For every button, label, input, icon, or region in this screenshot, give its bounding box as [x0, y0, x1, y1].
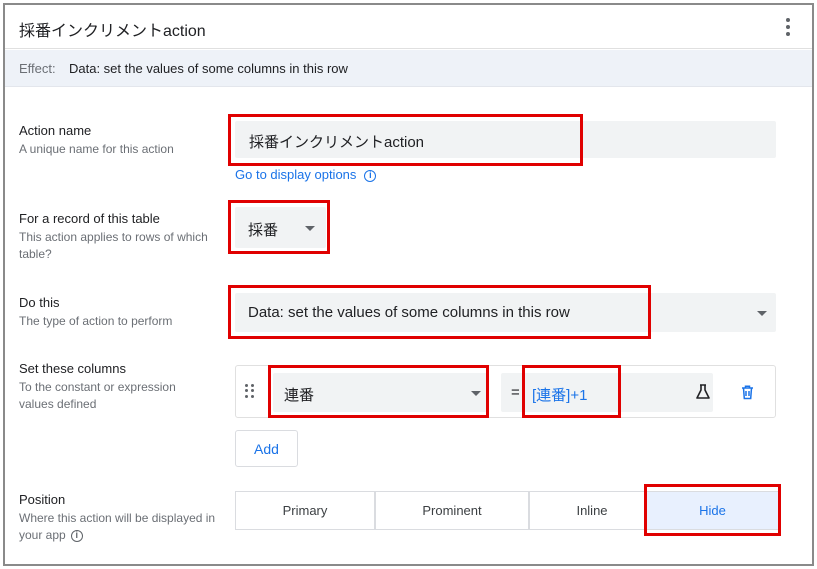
do-this-desc: The type of action to perform [19, 314, 173, 328]
display-options-label: Go to display options [235, 167, 357, 182]
set-columns-title: Set these columns [19, 361, 126, 376]
more-vert-icon[interactable] [778, 15, 798, 39]
highlight-box-expression [522, 365, 621, 418]
position-desc-text: Where this action will be displayed in y… [19, 511, 216, 542]
highlight-box-position [644, 484, 781, 536]
action-name-desc: A unique name for this action [19, 142, 174, 156]
panel-header: 採番インクリメントaction [5, 5, 812, 49]
table-title: For a record of this table [19, 211, 160, 226]
highlight-box-table [228, 200, 330, 254]
flask-icon[interactable] [696, 384, 710, 400]
highlight-box-action-name [228, 114, 583, 166]
display-options-link[interactable]: Go to display options i [235, 167, 377, 182]
table-desc: This action applies to rows of which tab… [19, 230, 208, 261]
add-column-button[interactable]: Add [235, 430, 298, 467]
highlight-box-column [268, 365, 489, 418]
set-columns-desc: To the constant or expression values def… [19, 380, 176, 411]
action-editor-panel: 採番インクリメントaction Effect: Data: set the va… [3, 3, 814, 566]
position-option-inline[interactable]: Inline [529, 491, 655, 530]
highlight-box-do-this [228, 285, 651, 339]
chevron-down-icon [757, 311, 767, 316]
drag-handle-icon[interactable] [245, 384, 255, 398]
effect-value: Data: set the values of some columns in … [69, 61, 348, 76]
action-name-title: Action name [19, 123, 92, 138]
action-title: 採番インクリメントaction [19, 23, 206, 40]
equals-sign: = [511, 384, 520, 401]
position-title: Position [19, 492, 66, 507]
info-icon[interactable]: i [70, 530, 83, 542]
position-option-primary[interactable]: Primary [235, 491, 375, 530]
do-this-title: Do this [19, 295, 60, 310]
effect-banner: Effect: Data: set the values of some col… [5, 50, 812, 87]
position-desc: Where this action will be displayed in y… [19, 510, 219, 544]
delete-icon[interactable] [741, 385, 754, 400]
position-option-prominent[interactable]: Prominent [375, 491, 529, 530]
info-icon[interactable]: i [364, 170, 377, 182]
effect-label: Effect: [19, 61, 56, 76]
